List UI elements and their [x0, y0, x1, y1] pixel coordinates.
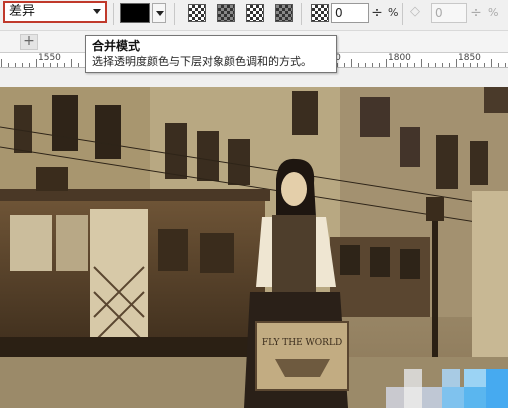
ruler-tick — [71, 59, 72, 67]
ruler-tick — [379, 63, 380, 67]
opacity-input[interactable]: 0 — [331, 3, 369, 23]
ruler-tick — [386, 59, 387, 67]
ruler-tick — [43, 63, 44, 67]
tooltip-title: 合并模式 — [92, 39, 141, 53]
ruler-tick — [15, 63, 16, 67]
ruler-tick — [393, 63, 394, 67]
ruler-tick — [435, 63, 436, 67]
ruler-tick — [400, 63, 401, 67]
add-document-tab-button[interactable]: + — [20, 34, 38, 50]
ruler-tick — [491, 59, 492, 67]
ruler-tick — [337, 63, 338, 67]
tooltip: 合并模式 选择透明度颜色与下层对象颜色调和的方式。 — [85, 35, 337, 73]
ruler-tick — [470, 63, 471, 67]
ruler-tick — [78, 63, 79, 67]
property-bar: 差异 0 ÷ % ◇ 0 ÷ % — [0, 0, 508, 31]
ruler-tick — [36, 59, 37, 67]
second-value-input[interactable]: 0 — [431, 3, 467, 23]
transparency-freeze-icon[interactable] — [275, 4, 293, 22]
blend-mode-dropdown[interactable]: 差异 — [3, 1, 107, 23]
opacity-stepper[interactable]: ÷ — [370, 3, 384, 23]
street-poster — [472, 191, 508, 371]
ruler-tick — [365, 63, 366, 67]
ruler-label: 1800 — [388, 53, 411, 63]
ruler-tick — [449, 63, 450, 67]
ruler-tick — [498, 63, 499, 67]
ruler-tick — [344, 63, 345, 67]
ruler-tick — [484, 63, 485, 67]
second-value-stepper[interactable]: ÷ — [469, 3, 483, 23]
ruler-tick — [358, 63, 359, 67]
ruler-tick — [351, 59, 352, 67]
suitcase-text: FLY THE WORLD — [262, 338, 342, 348]
tooltip-description: 选择透明度颜色与下层对象颜色调和的方式。 — [92, 55, 312, 68]
canvas-photo[interactable]: FLY THE WORLD — [0, 87, 508, 408]
pixelated-corner — [386, 369, 508, 408]
toolbar-separator — [113, 3, 114, 25]
color-dropdown-button[interactable] — [152, 3, 166, 23]
ruler-tick — [372, 63, 373, 67]
ruler-label: 1550 — [38, 53, 61, 63]
toolbar-separator — [174, 3, 175, 25]
ruler-tick — [22, 63, 23, 67]
ruler-tick — [64, 63, 65, 67]
ruler-label: 1850 — [458, 53, 481, 63]
ruler-tick — [428, 63, 429, 67]
ruler-tick — [414, 63, 415, 67]
chevron-down-icon — [93, 9, 101, 14]
ruler-tick — [29, 63, 30, 67]
ruler-tick — [8, 63, 9, 67]
transparency-all-icon[interactable] — [188, 4, 206, 22]
toolbar-separator — [402, 3, 403, 25]
blend-mode-value: 差异 — [9, 4, 36, 19]
angle-icon: ◇ — [410, 4, 420, 19]
sepia-street-photo: FLY THE WORLD — [0, 87, 508, 408]
fill-color-swatch[interactable] — [120, 3, 150, 23]
transparency-fill-icon[interactable] — [217, 4, 235, 22]
opacity-unit: % — [388, 6, 399, 19]
transparency-outline-icon[interactable] — [246, 4, 264, 22]
ruler-tick — [57, 63, 58, 67]
suitcase — [255, 321, 349, 391]
ruler-tick — [421, 59, 422, 67]
ruler-tick — [463, 63, 464, 67]
ruler-tick — [477, 63, 478, 67]
ruler-tick — [505, 63, 506, 67]
ruler-tick — [407, 63, 408, 67]
ruler-tick — [442, 63, 443, 67]
second-value-unit: % — [488, 6, 499, 19]
ruler-tick — [1, 59, 2, 67]
transparency-type-icon[interactable] — [311, 4, 329, 22]
ruler-tick — [50, 63, 51, 67]
toolbar-separator — [301, 3, 302, 25]
ruler-tick — [456, 59, 457, 67]
